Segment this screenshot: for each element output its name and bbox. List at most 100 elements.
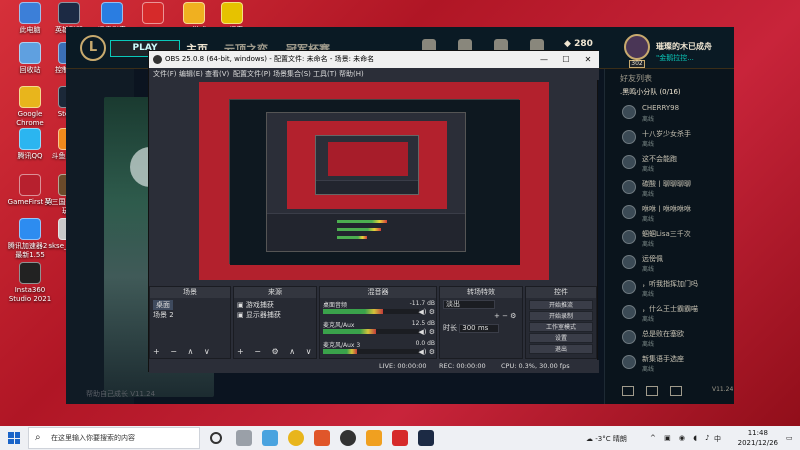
friend-status: 离线 xyxy=(642,116,655,123)
friend-avatar xyxy=(622,180,636,194)
friend-avatar xyxy=(622,230,636,244)
menu-help[interactable]: 帮助(H) xyxy=(339,68,364,80)
friend-list-item[interactable]: ，什么王士霸霸喵 离线 xyxy=(622,303,732,325)
source-item-display-capture[interactable]: ▣ 显示器捕获 xyxy=(237,310,281,320)
close-button[interactable]: ✕ xyxy=(577,51,599,68)
lol-logo[interactable]: L xyxy=(80,35,106,61)
friend-list-item[interactable]: 咻咻丨咻咻咻咻 离线 xyxy=(622,203,732,225)
scenes-toolbar[interactable]: + − ∧ ∨ xyxy=(153,347,214,356)
obs-preview[interactable] xyxy=(199,82,549,280)
friend-avatar xyxy=(622,130,636,144)
source-item-game-capture[interactable]: ▣ 游戏捕获 xyxy=(237,300,274,310)
mixer-channel-name: 麦克风/Aux xyxy=(323,322,355,329)
menu-scene-collection[interactable]: 场景集合(S) xyxy=(273,68,311,80)
mixer-controls[interactable]: ◀) ⚙ xyxy=(418,308,435,316)
transition-duration[interactable]: 时长 300 ms xyxy=(443,323,500,333)
office-icon[interactable] xyxy=(314,430,330,446)
desktop-app-icon xyxy=(19,2,41,24)
desktop-icon-label: Insta360 Studio 2021 xyxy=(8,286,52,303)
obs-taskbar-icon[interactable] xyxy=(340,430,356,446)
live-timer: LIVE: 00:00:00 xyxy=(379,362,427,370)
friend-avatar xyxy=(622,305,636,319)
task-view-icon[interactable] xyxy=(236,430,252,446)
clock-time: 11:48 xyxy=(747,429,768,437)
weather-widget[interactable]: ☁ -3°C 晴朗 xyxy=(586,434,627,444)
minimize-button[interactable]: — xyxy=(533,51,555,68)
menu-edit[interactable]: 编辑(E) xyxy=(179,68,203,80)
friend-status: 离线 xyxy=(642,191,655,198)
friend-list-item[interactable]: 碳酸丨聊聊聊聊 离线 xyxy=(622,178,732,200)
profile-name: 璀璨的木已成舟 xyxy=(656,42,712,51)
friend-avatar xyxy=(622,355,636,369)
mixer-controls[interactable]: ◀) ⚙ xyxy=(418,328,435,336)
friend-list-item[interactable]: CHERRY98 离线 xyxy=(622,103,732,125)
chrome-icon[interactable] xyxy=(288,430,304,446)
chat-icon[interactable] xyxy=(622,386,634,396)
notification-icon[interactable]: ▭ xyxy=(786,434,793,442)
profile-card[interactable]: 302 璀璨的木已成舟 "金鹅拉控... xyxy=(620,32,734,72)
tray-icons[interactable]: ^ ▣ ◉ ◖ ♪ xyxy=(650,434,713,442)
friend-name: 蝈蝈Lisa三千次 xyxy=(642,230,691,238)
volume-level[interactable] xyxy=(323,309,383,314)
exit-button[interactable]: 退出 xyxy=(529,344,593,354)
douyu-icon[interactable] xyxy=(366,430,382,446)
sources-toolbar[interactable]: + − ⚙ ∧ ∨ xyxy=(237,347,315,356)
friend-name: ，什么王士霸霸喵 xyxy=(642,305,698,313)
start-recording-button[interactable]: 开始录制 xyxy=(529,311,593,321)
profile-status: "金鹅拉控... xyxy=(656,54,694,62)
desktop-app-icon xyxy=(19,174,41,196)
scene-item-2[interactable]: 场景 2 xyxy=(153,310,174,320)
friend-list-item[interactable]: ，听我指挥加门吗 离线 xyxy=(622,278,732,300)
menu-file[interactable]: 文件(F) xyxy=(153,68,177,80)
friend-list-item[interactable]: 这不会能跑 离线 xyxy=(622,153,732,175)
transition-select[interactable]: 淡出 xyxy=(443,300,495,309)
desktop-app-icon xyxy=(19,262,41,284)
notes-icon[interactable] xyxy=(646,386,658,396)
menu-view[interactable]: 查看(V) xyxy=(205,68,229,80)
friend-list-item[interactable]: 总是败在塞欧 离线 xyxy=(622,328,732,350)
friend-name: 总是败在塞欧 xyxy=(642,330,684,338)
friend-avatar xyxy=(622,255,636,269)
mixer-channel[interactable]: 麦克风/Aux 3 0.0 dB ◀) ⚙ xyxy=(323,340,435,362)
menu-profile[interactable]: 配置文件(P) xyxy=(233,68,271,80)
menu-tools[interactable]: 工具(T) xyxy=(313,68,337,80)
avatar[interactable] xyxy=(624,34,650,60)
wegame-icon[interactable] xyxy=(392,430,408,446)
windows-start-icon[interactable] xyxy=(8,432,20,444)
friends-group[interactable]: .黑鸣小分队 (0/16) xyxy=(620,87,681,97)
cortana-icon[interactable] xyxy=(210,432,222,444)
friend-list-item[interactable]: 远傍佩 离线 xyxy=(622,253,732,275)
friend-list-item[interactable]: 新集语手选座 离线 xyxy=(622,353,732,375)
transition-toolbar[interactable]: + − ⚙ xyxy=(494,312,516,320)
friend-status: 离线 xyxy=(642,316,655,323)
desktop-icon[interactable]: Insta360 Studio 2021 xyxy=(4,262,56,304)
rec-timer: REC: 00:00:00 xyxy=(439,362,486,370)
ime-indicator[interactable]: 中 xyxy=(714,434,721,444)
lol-taskbar-icon[interactable] xyxy=(418,430,434,446)
volume-level[interactable] xyxy=(323,349,357,354)
friend-list-item[interactable]: 蝈蝈Lisa三千次 离线 xyxy=(622,228,732,250)
maximize-button[interactable]: ☐ xyxy=(555,51,577,68)
settings-button[interactable]: 设置 xyxy=(529,333,593,343)
obs-window: OBS 25.0.8 (64-bit, windows) - 配置文件: 未命名… xyxy=(148,50,599,373)
friend-name: 这不会能跑 xyxy=(642,155,677,163)
scene-item-desktop[interactable]: 桌面 xyxy=(153,300,173,310)
transitions-dock-title: 转场特效 xyxy=(440,287,522,298)
voice-icon[interactable] xyxy=(670,386,682,396)
taskbar-clock[interactable]: 11:48 2021/12/26 xyxy=(738,428,778,448)
nested-obs-window-2 xyxy=(315,135,419,195)
mixer-channel-db: 12.5 dB xyxy=(411,320,435,327)
nested-obs-window xyxy=(266,112,466,252)
edge-icon[interactable] xyxy=(262,430,278,446)
mixer-channel[interactable]: 麦克风/Aux 12.5 dB ◀) ⚙ xyxy=(323,320,435,342)
mixer-controls[interactable]: ◀) ⚙ xyxy=(418,348,435,356)
volume-level[interactable] xyxy=(323,329,376,334)
lol-footer-text: 帮助自己成长 V11.24 xyxy=(86,390,156,398)
studio-mode-button[interactable]: 工作室模式 xyxy=(529,322,593,332)
friend-name: 新集语手选座 xyxy=(642,355,684,363)
friend-list-item[interactable]: 十八岁少女杀手 离线 xyxy=(622,128,732,150)
taskbar-search-input[interactable]: ⌕ 在这里输入你要搜索的内容 xyxy=(28,427,200,449)
desktop-app-icon xyxy=(101,2,123,24)
mixer-channel[interactable]: 桌面音频 -11.7 dB ◀) ⚙ xyxy=(323,300,435,322)
start-streaming-button[interactable]: 开始推流 xyxy=(529,300,593,310)
